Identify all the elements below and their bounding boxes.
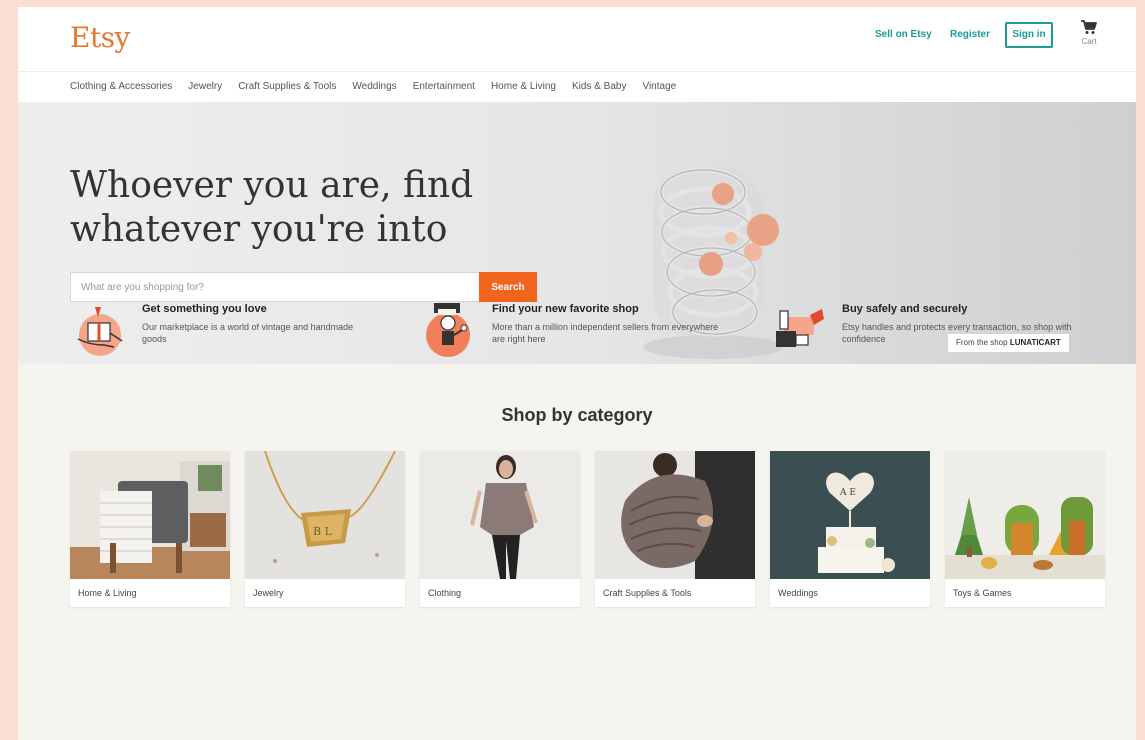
nav-item-jewelry[interactable]: Jewelry xyxy=(188,72,222,102)
search-button[interactable]: Search xyxy=(479,272,537,302)
home-living-photo xyxy=(70,451,230,579)
nav-item-clothing-accessories[interactable]: Clothing & Accessories xyxy=(70,72,172,102)
register-link[interactable]: Register xyxy=(950,29,990,40)
category-card-jewelry[interactable]: B L Jewelry xyxy=(245,451,405,607)
value-prop-title: Get something you love xyxy=(142,303,267,315)
nav-item-entertainment[interactable]: Entertainment xyxy=(413,72,475,102)
sell-on-etsy-link[interactable]: Sell on Etsy xyxy=(875,29,932,40)
value-prop-title: Buy safely and securely xyxy=(842,303,968,315)
site-header: Etsy Sell on Etsy Register Sign in Cart xyxy=(18,7,1136,71)
jewelry-photo: B L xyxy=(245,451,405,579)
svg-text:B L: B L xyxy=(313,525,333,538)
etsy-homepage: Etsy Sell on Etsy Register Sign in Cart … xyxy=(18,7,1136,740)
hero-title-line-1: Whoever you are, find xyxy=(70,165,474,206)
category-card-toys-games[interactable]: Toys & Games xyxy=(945,451,1105,607)
shop-person-icon xyxy=(426,303,470,357)
category-nav: Clothing & Accessories Jewelry Craft Sup… xyxy=(18,71,1136,103)
category-label: Craft Supplies & Tools xyxy=(603,588,692,598)
cart-icon xyxy=(1081,20,1097,34)
nav-item-weddings[interactable]: Weddings xyxy=(352,72,396,102)
search-input[interactable] xyxy=(70,272,479,302)
value-prop-text: More than a million independent sellers … xyxy=(492,322,719,344)
etsy-logo[interactable]: Etsy xyxy=(70,21,130,54)
value-prop-text: Etsy handles and protects every transact… xyxy=(842,322,1072,344)
category-label: Home & Living xyxy=(78,588,137,598)
category-label: Toys & Games xyxy=(953,588,1012,598)
category-label: Weddings xyxy=(778,588,818,598)
nav-item-craft-supplies[interactable]: Craft Supplies & Tools xyxy=(238,72,336,102)
category-grid: Home & Living B L Jewelry Clothing Craft… xyxy=(70,451,1106,709)
value-prop-text: Our marketplace is a world of vintage an… xyxy=(142,322,354,344)
toys-games-photo xyxy=(945,451,1105,579)
secure-payment-icon xyxy=(776,309,824,347)
category-card-weddings[interactable]: A E Weddings xyxy=(770,451,930,607)
category-label: Clothing xyxy=(428,588,462,598)
svg-text:A E: A E xyxy=(839,488,856,498)
shop-by-category-heading: Shop by category xyxy=(501,405,653,425)
category-card-clothing[interactable]: Clothing xyxy=(420,451,580,607)
cart-button[interactable]: Cart xyxy=(1076,19,1102,46)
value-prop-title: Find your new favorite shop xyxy=(492,303,639,315)
weddings-photo: A E xyxy=(770,451,930,579)
hero-title: Whoever you are, find whatever you're in… xyxy=(70,164,530,252)
gift-hand-icon xyxy=(77,307,123,356)
hero-title-line-2: whatever you're into xyxy=(70,209,448,250)
craft-supplies-photo xyxy=(595,451,755,579)
nav-item-vintage[interactable]: Vintage xyxy=(642,72,676,102)
category-card-home-living[interactable]: Home & Living xyxy=(70,451,230,607)
cart-label: Cart xyxy=(1081,37,1097,46)
nav-item-kids-baby[interactable]: Kids & Baby xyxy=(572,72,626,102)
nav-item-home-living[interactable]: Home & Living xyxy=(491,72,556,102)
category-card-craft-supplies[interactable]: Craft Supplies & Tools xyxy=(595,451,755,607)
clothing-photo xyxy=(420,451,580,579)
sign-in-button[interactable]: Sign in xyxy=(1005,22,1053,48)
category-label: Jewelry xyxy=(253,588,284,598)
